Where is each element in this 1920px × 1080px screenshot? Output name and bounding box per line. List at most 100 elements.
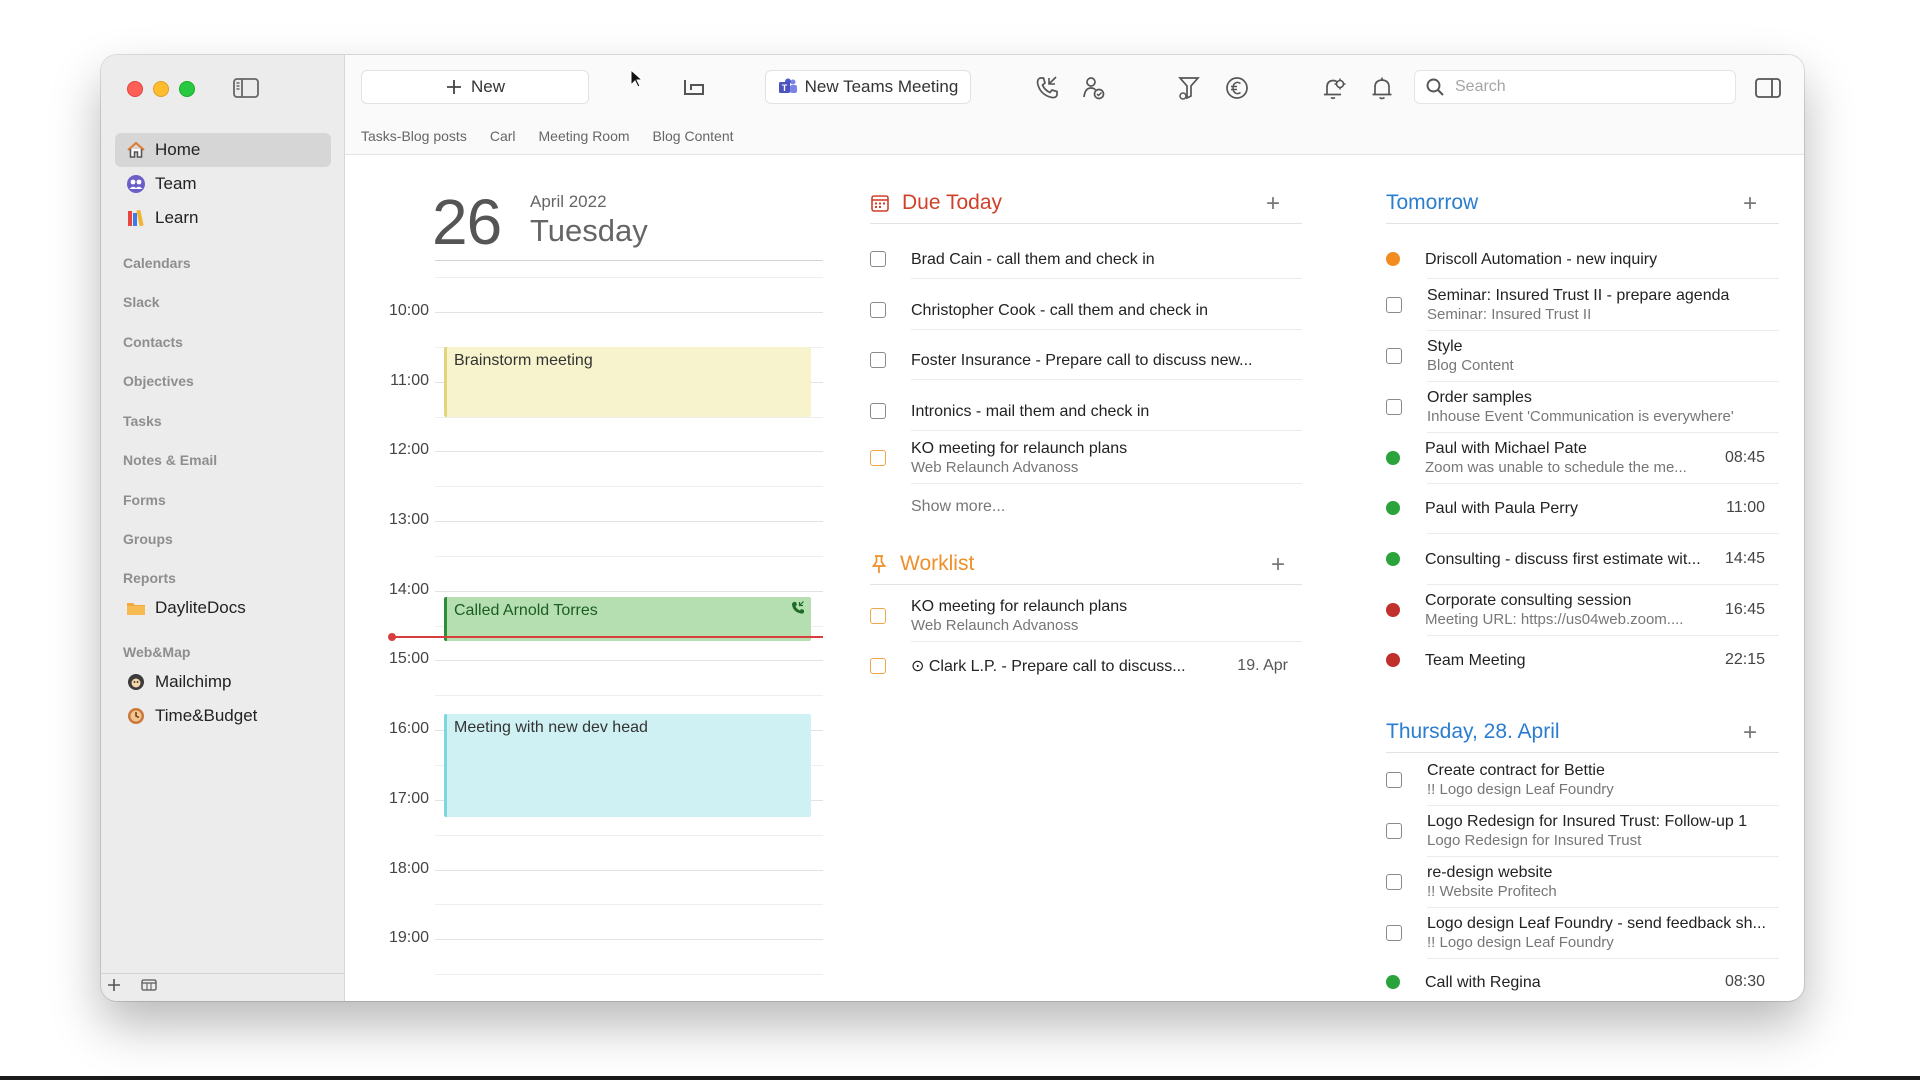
sidebar-item-home[interactable]: Home [115, 133, 331, 167]
section-slack[interactable]: Slack [123, 294, 160, 310]
add-tomorrow-button[interactable]: + [1743, 190, 1757, 218]
section-notes-email[interactable]: Notes & Email [123, 452, 217, 468]
task-row[interactable]: Foster Insurance - Prepare call to discu… [870, 341, 1302, 379]
section-webmap[interactable]: Web&Map [123, 644, 190, 660]
calendar-event[interactable]: Called Arnold Torres [444, 597, 811, 641]
sidebar-item-mailchimp[interactable]: Mailchimp [115, 665, 331, 699]
task-title: ⊙ Clark L.P. - Prepare call to discuss..… [911, 657, 1186, 675]
task-checkbox[interactable] [870, 450, 886, 466]
agenda-time: 11:00 [1726, 499, 1765, 516]
add-thursday-button[interactable]: + [1743, 719, 1757, 747]
show-more-link[interactable]: Show more... [911, 498, 1005, 516]
pipeline-icon[interactable] [1174, 73, 1204, 103]
link-activity-icon[interactable] [679, 73, 709, 103]
new-button[interactable]: New [361, 70, 589, 104]
euro-icon[interactable] [1222, 73, 1252, 103]
agenda-row[interactable]: Seminar: Insured Trust II - prepare agen… [1386, 280, 1779, 330]
search-field[interactable] [1414, 70, 1736, 104]
agenda-subtitle: Inhouse Event 'Communication is everywhe… [1427, 408, 1734, 425]
agenda-row[interactable]: Consulting - discuss first estimate wit.… [1386, 540, 1779, 578]
sidebar-item-daylitedocs[interactable]: DayliteDocs [115, 591, 331, 625]
add-icon[interactable] [107, 978, 121, 997]
task-checkbox[interactable] [870, 658, 886, 674]
agenda-row[interactable]: Create contract for Bettie !! Logo desig… [1386, 755, 1779, 805]
section-objectives[interactable]: Objectives [123, 373, 194, 389]
grid-line [435, 974, 823, 975]
task-checkbox[interactable] [870, 251, 886, 267]
sidebar-toggle-icon[interactable] [232, 77, 260, 99]
task-text: KO meeting for relaunch plans Web Relaun… [911, 597, 1127, 635]
agenda-time: 16:45 [1724, 601, 1765, 618]
section-forms[interactable]: Forms [123, 492, 166, 508]
task-checkbox[interactable] [1386, 399, 1402, 415]
close-button[interactable] [127, 81, 143, 97]
sidebar: Home Team Learn Calendars Slack Contacts… [101, 55, 345, 1001]
agenda-row[interactable]: Order samples Inhouse Event 'Communicati… [1386, 382, 1779, 432]
tab-meeting-room[interactable]: Meeting Room [539, 128, 630, 144]
sidebar-item-team[interactable]: Team [115, 167, 331, 201]
worklist-row[interactable]: KO meeting for relaunch plans Web Relaun… [870, 591, 1302, 641]
sidebar-item-time-budget[interactable]: Time&Budget [115, 699, 331, 733]
phone-call-icon[interactable] [1032, 73, 1062, 103]
tab-blog-content[interactable]: Blog Content [653, 128, 734, 144]
plus-icon [446, 80, 461, 94]
task-checkbox[interactable] [1386, 772, 1402, 788]
zoom-button[interactable] [179, 81, 195, 97]
add-due-today-button[interactable]: + [1266, 190, 1280, 218]
task-checkbox[interactable] [870, 302, 886, 318]
section-groups[interactable]: Groups [123, 531, 173, 547]
folder-icon [125, 597, 147, 619]
task-checkbox[interactable] [1386, 874, 1402, 890]
task-checkbox[interactable] [1386, 925, 1402, 941]
bell-icon[interactable] [1367, 73, 1397, 103]
grid-line [435, 939, 823, 940]
task-row[interactable]: Brad Cain - call them and check in [870, 240, 1302, 278]
agenda-row[interactable]: Logo Redesign for Insured Trust: Follow-… [1386, 806, 1779, 856]
sidebar-layout-icon[interactable] [141, 978, 157, 997]
new-teams-meeting-button[interactable]: T New Teams Meeting [765, 70, 971, 104]
task-text: Create contract for Bettie !! Logo desig… [1427, 761, 1614, 799]
agenda-row[interactable]: Logo design Leaf Foundry - send feedback… [1386, 908, 1779, 958]
add-worklist-button[interactable]: + [1271, 551, 1285, 579]
agenda-row[interactable]: re-design website !! Website Profitech [1386, 857, 1779, 907]
agenda-row[interactable]: Paul with Paula Perry 11:00 [1386, 489, 1779, 527]
hour-label: 18:00 [388, 860, 429, 877]
person-activity-icon[interactable] [1079, 73, 1109, 103]
tab-tasks-blog-posts[interactable]: Tasks-Blog posts [361, 128, 467, 144]
task-row[interactable]: Christopher Cook - call them and check i… [870, 291, 1302, 329]
notification-settings-icon[interactable] [1319, 73, 1349, 103]
agenda-row[interactable]: Call with Regina 08:30 [1386, 963, 1779, 1001]
weekday: Tuesday [530, 213, 648, 248]
section-contacts[interactable]: Contacts [123, 334, 183, 350]
agenda-row[interactable]: Team Meeting 22:15 [1386, 641, 1779, 679]
agenda-row[interactable]: Paul with Michael Pate Zoom was unable t… [1386, 433, 1779, 483]
task-checkbox[interactable] [870, 352, 886, 368]
task-checkbox[interactable] [1386, 348, 1402, 364]
search-input[interactable] [1455, 78, 1725, 96]
worklist-row[interactable]: ⊙ Clark L.P. - Prepare call to discuss..… [870, 647, 1302, 685]
agenda-subtitle: Blog Content [1427, 357, 1514, 374]
agenda-row[interactable]: Corporate consulting session Meeting URL… [1386, 585, 1779, 635]
divider [911, 641, 1302, 642]
right-panel-toggle-icon[interactable] [1753, 73, 1783, 103]
task-checkbox[interactable] [870, 608, 886, 624]
task-checkbox[interactable] [1386, 823, 1402, 839]
tab-carl[interactable]: Carl [490, 128, 516, 144]
minimize-button[interactable] [153, 81, 169, 97]
agenda-row[interactable]: Style Blog Content [1386, 331, 1779, 381]
current-time-dot [388, 633, 396, 641]
task-checkbox[interactable] [870, 403, 886, 419]
task-checkbox[interactable] [1386, 297, 1402, 313]
task-row[interactable]: KO meeting for relaunch plans Web Relaun… [870, 433, 1302, 483]
section-reports[interactable]: Reports [123, 570, 176, 586]
hour-label: 19:00 [388, 929, 429, 946]
divider [911, 278, 1302, 279]
calendar-event[interactable]: Brainstorm meeting [444, 347, 811, 417]
section-tasks[interactable]: Tasks [123, 413, 162, 429]
calendar-event[interactable]: Meeting with new dev head [444, 714, 811, 817]
grid-line [435, 451, 823, 452]
agenda-row[interactable]: Driscoll Automation - new inquiry [1386, 240, 1779, 278]
sidebar-item-learn[interactable]: Learn [115, 201, 331, 235]
task-row[interactable]: Intronics - mail them and check in [870, 392, 1302, 430]
section-calendars[interactable]: Calendars [123, 255, 191, 271]
